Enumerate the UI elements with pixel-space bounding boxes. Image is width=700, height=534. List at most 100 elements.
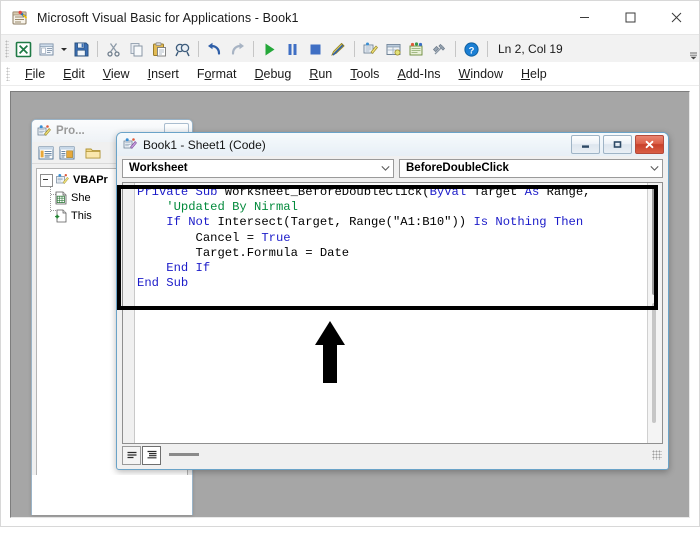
menu-file[interactable]: File (16, 65, 54, 83)
code-keyword: End If (137, 261, 211, 276)
toolbar-separator (487, 41, 488, 57)
vba-app-icon (11, 9, 29, 27)
toolbar-separator (97, 41, 98, 57)
view-excel-icon[interactable] (13, 39, 34, 60)
menu-debug[interactable]: Debug (245, 65, 300, 83)
toggle-folders-icon[interactable] (83, 144, 102, 162)
code-comment: 'Updated By Nirmal (137, 200, 298, 215)
scrollbar-thumb-upper[interactable] (652, 185, 656, 295)
tree-node-vbaproject-label: VBAPr (73, 174, 108, 186)
svg-text:?: ? (469, 45, 475, 56)
window-maximize-button[interactable] (607, 2, 653, 34)
view-code-icon[interactable] (36, 144, 55, 162)
resize-grip[interactable] (652, 450, 662, 460)
code-keyword: As (524, 185, 547, 199)
toolbar-separator (354, 41, 355, 57)
procedure-view-button[interactable] (122, 445, 141, 465)
toolbar-grip[interactable] (5, 40, 9, 58)
project-explorer-icon (37, 124, 52, 139)
menu-format[interactable]: Format (188, 65, 246, 83)
help-icon[interactable]: ? (461, 39, 482, 60)
toolbar-separator (198, 41, 199, 57)
standard-toolbar: ? Ln 2, Col 19 (1, 34, 699, 64)
horizontal-scrollbar-thumb[interactable] (169, 453, 199, 456)
object-browser-icon[interactable] (406, 39, 427, 60)
tree-expander-icon[interactable] (40, 173, 53, 187)
menu-view[interactable]: View (94, 65, 139, 83)
copy-icon[interactable] (126, 39, 147, 60)
tree-node-thisworkbook-label: This (71, 210, 92, 222)
code-vertical-scrollbar[interactable] (647, 183, 662, 443)
code-window-minimize-button[interactable] (571, 135, 600, 154)
menu-tools[interactable]: Tools (341, 65, 388, 83)
bottom-edge (0, 527, 700, 534)
break-icon[interactable] (282, 39, 303, 60)
tree-node-sheet1-label: She (71, 192, 91, 204)
code-window[interactable]: Book1 - Sheet1 (Code) Worksheet BeforeDo… (116, 132, 669, 470)
toolbox-icon[interactable] (429, 39, 450, 60)
annotation-arrow-up (301, 319, 359, 385)
chevron-down-icon[interactable] (377, 160, 393, 177)
code-plain: Range, (546, 185, 591, 199)
code-keyword: True (261, 230, 291, 245)
code-window-bottom-bar (122, 445, 663, 465)
full-module-view-button[interactable] (142, 445, 161, 465)
redo-icon[interactable] (227, 39, 248, 60)
procedure-dropdown[interactable]: BeforeDoubleClick (399, 158, 663, 178)
save-icon[interactable] (71, 39, 92, 60)
object-dropdown-value: Worksheet (129, 162, 188, 174)
cursor-position-status: Ln 2, Col 19 (498, 42, 563, 56)
code-window-buttons (568, 135, 668, 154)
code-text[interactable]: Private Sub Worksheet_BeforeDoubleClick(… (137, 185, 646, 291)
find-icon[interactable] (172, 39, 193, 60)
scrollbar-thumb-lower[interactable] (652, 303, 656, 423)
code-keyword: Private Sub (137, 185, 225, 199)
menu-run[interactable]: Run (300, 65, 341, 83)
menubar-grip[interactable] (6, 66, 10, 81)
workbook-icon (54, 209, 68, 223)
code-horizontal-scrollbar[interactable] (169, 448, 642, 462)
window-minimize-button[interactable] (561, 2, 607, 34)
code-module-icon (123, 137, 138, 152)
code-window-title: Book1 - Sheet1 (Code) (143, 137, 266, 152)
mdi-client-area: Pro... VBAPr She This Book1 - Sheet1 (Co… (10, 91, 690, 518)
code-window-close-button[interactable] (635, 135, 664, 154)
procedure-dropdown-value: BeforeDoubleClick (406, 162, 509, 174)
code-plain: Cancel = (137, 230, 262, 245)
worksheet-icon (54, 191, 68, 205)
object-dropdown[interactable]: Worksheet (122, 158, 394, 178)
view-object-icon[interactable] (57, 144, 76, 162)
menu-help[interactable]: Help (512, 65, 556, 83)
design-mode-icon[interactable] (328, 39, 349, 60)
menu-insert[interactable]: Insert (139, 65, 188, 83)
properties-window-icon[interactable] (383, 39, 404, 60)
menubar: File Edit View Insert Format Debug Run T… (1, 62, 699, 86)
cut-icon[interactable] (103, 39, 124, 60)
menu-add-ins[interactable]: Add-Ins (388, 65, 449, 83)
insert-userform-icon[interactable] (36, 39, 57, 60)
reset-icon[interactable] (305, 39, 326, 60)
vbaproject-icon (56, 173, 70, 187)
code-window-titlebar: Book1 - Sheet1 (Code) (117, 133, 668, 156)
undo-icon[interactable] (204, 39, 225, 60)
menu-window[interactable]: Window (450, 65, 512, 83)
chevron-down-icon[interactable] (646, 160, 662, 177)
run-icon[interactable] (259, 39, 280, 60)
code-keyword: If Not (137, 215, 218, 230)
project-explorer-icon[interactable] (360, 39, 381, 60)
window-title: Microsoft Visual Basic for Applications … (37, 10, 299, 25)
code-keyword: End Sub (137, 276, 189, 291)
code-window-restore-button[interactable] (603, 135, 632, 154)
project-explorer-title: Pro... (56, 125, 85, 137)
code-editor-area[interactable]: Private Sub Worksheet_BeforeDoubleClick(… (122, 182, 663, 444)
code-plain: Intersect(Target, Range("A1:B10")) (217, 215, 474, 230)
insert-dropdown-arrow-icon[interactable] (59, 39, 69, 60)
toolbar-separator (455, 41, 456, 57)
window-close-button[interactable] (653, 2, 699, 34)
code-plain: Target.Formula = Date (137, 245, 350, 260)
toolbar-overflow-button[interactable] (687, 36, 699, 62)
code-window-dropdown-row: Worksheet BeforeDoubleClick (117, 156, 668, 180)
code-keyword: ByVal (429, 185, 474, 199)
menu-edit[interactable]: Edit (54, 65, 94, 83)
paste-icon[interactable] (149, 39, 170, 60)
